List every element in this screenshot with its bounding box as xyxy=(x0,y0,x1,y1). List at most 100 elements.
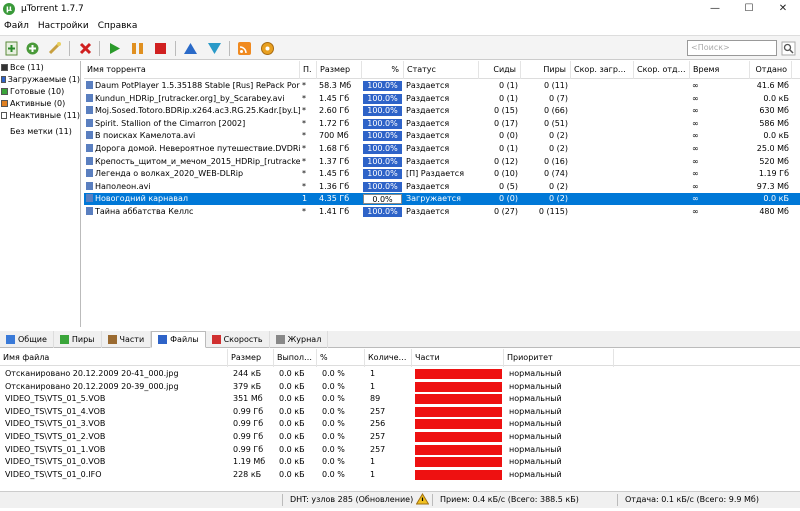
torrent-row[interactable]: Spirit. Stallion of the Cimarron [2002] *… xyxy=(84,118,800,130)
add-torrent-icon[interactable] xyxy=(3,40,20,57)
torrent-list: Имя торрента П. Размер % Статус Сиды Пир… xyxy=(84,61,800,327)
sidebar-item-no-label[interactable]: Без метки (11) xyxy=(0,125,80,137)
file-row[interactable]: VIDEO_TS\VTS_01_4.VOB 0.99 Гб 0.0 кБ 0.0 % 2… xyxy=(0,406,800,418)
search-input[interactable]: <Поиск> xyxy=(687,40,777,56)
file-row[interactable]: Отсканировано 20.12.2009 20-41_000.jpg 24… xyxy=(0,368,800,380)
column-header-file-size[interactable]: Размер xyxy=(228,349,274,367)
column-header-download-speed[interactable]: Скор. загр… xyxy=(571,61,634,79)
column-header-file-percent[interactable]: % xyxy=(317,349,365,367)
remove-icon[interactable] xyxy=(77,40,94,57)
maximize-button[interactable]: ☐ xyxy=(732,0,766,17)
torrent-eta: ∞ xyxy=(690,105,750,117)
sidebar-item-downloading[interactable]: Загружаемые (1) xyxy=(0,73,80,85)
file-piece-count: 256 xyxy=(370,419,386,429)
pause-icon[interactable] xyxy=(129,40,146,57)
tab-pieces[interactable]: Части xyxy=(102,331,152,348)
torrent-progress-bar: 100.0% xyxy=(363,131,402,142)
torrent-row[interactable]: Тайна аббатства Келлс * 1.41 Гб Раздается 0 … xyxy=(84,206,800,218)
sidebar-item-inactive[interactable]: Неактивные (11) xyxy=(0,109,80,121)
column-header-peers[interactable]: Пиры xyxy=(521,61,571,79)
tab-peers[interactable]: Пиры xyxy=(54,331,102,348)
dht-status: DHT: узлов 285 (Обновление) xyxy=(290,495,414,504)
column-header-priority[interactable]: Приоритет xyxy=(504,349,614,367)
file-priority: нормальный xyxy=(509,457,562,467)
move-down-icon[interactable] xyxy=(206,40,223,57)
torrent-row[interactable]: Крепость_щитом_и_мечом_2015_HDRip_[rutra… xyxy=(84,156,800,168)
torrent-priority: * xyxy=(300,143,317,155)
torrent-row[interactable]: Moj.Sosed.Totoro.BDRip.x264.ac3.RG.25.Ka… xyxy=(84,105,800,117)
torrent-row[interactable]: Kundun_HDRip_[rutracker.org]_by_Scarabey… xyxy=(84,93,800,105)
menu-settings[interactable]: Настройки xyxy=(34,21,94,31)
torrent-row[interactable]: Новогодний карнавал 1 4.35 Гб Загружается 0 … xyxy=(84,193,800,206)
detail-tabs: Общие Пиры Части Файлы Скорость Журнал xyxy=(0,331,800,348)
column-header-percent[interactable]: % xyxy=(362,61,404,79)
torrent-name-text: Крепость_щитом_и_мечом_2015_HDRip_[rutra… xyxy=(95,156,300,166)
torrent-status: Раздается xyxy=(404,181,479,193)
column-header-name[interactable]: Имя торрента xyxy=(84,61,300,79)
column-header-upload-speed[interactable]: Скор. отд… xyxy=(634,61,690,79)
preferences-icon[interactable] xyxy=(259,40,276,57)
add-url-icon[interactable] xyxy=(24,40,41,57)
torrent-eta: ∞ xyxy=(690,181,750,193)
rss-icon[interactable] xyxy=(236,40,253,57)
column-header-priority[interactable]: П. xyxy=(300,61,317,79)
column-header-piece-count[interactable]: Количе… xyxy=(365,349,412,367)
torrent-priority-text: * xyxy=(302,207,306,216)
file-row[interactable]: VIDEO_TS\VTS_01_0.IFO 228 кБ 0.0 кБ 0.0 % 1 н… xyxy=(0,469,800,481)
file-row[interactable]: VIDEO_TS\VTS_01_2.VOB 0.99 Гб 0.0 кБ 0.0 % 2… xyxy=(0,431,800,443)
column-header-uploaded[interactable]: Отдано xyxy=(750,61,792,79)
file-row[interactable]: VIDEO_TS\VTS_01_3.VOB 0.99 Гб 0.0 кБ 0.0 % 2… xyxy=(0,418,800,430)
torrent-row[interactable]: Наполеон.avi * 1.36 Гб Раздается 0 (5) 0 (2) ∞… xyxy=(84,181,800,193)
column-header-size[interactable]: Размер xyxy=(317,61,362,79)
column-header-status[interactable]: Статус xyxy=(404,61,479,79)
torrent-progress-bar: 100.0% xyxy=(363,144,402,154)
start-icon[interactable] xyxy=(106,40,123,57)
torrent-uploaded: 0.0 кБ xyxy=(750,130,792,142)
torrent-seeds-text: 0 (5) xyxy=(499,181,518,191)
tab-log[interactable]: Журнал xyxy=(270,331,329,348)
tab-speed[interactable]: Скорость xyxy=(206,331,270,348)
move-up-icon[interactable] xyxy=(182,40,199,57)
torrent-file-icon xyxy=(86,93,93,102)
torrent-peers-text: 0 (74) xyxy=(543,169,568,179)
torrent-row[interactable]: Легенда о волках_2020_WEB-DLRip * 1.45 Гб [… xyxy=(84,168,800,180)
torrent-priority-text: * xyxy=(302,93,306,103)
torrent-status: Раздается xyxy=(404,118,479,130)
menu-help[interactable]: Справка xyxy=(94,21,143,31)
tab-files[interactable]: Файлы xyxy=(151,331,206,348)
search-icon[interactable] xyxy=(780,40,797,57)
menu-file[interactable]: Файл xyxy=(0,21,34,31)
create-torrent-icon[interactable] xyxy=(46,40,63,57)
sidebar-item-completed[interactable]: Готовые (10) xyxy=(0,85,80,97)
file-row[interactable]: Отсканировано 20.12.2009 20-39_000.jpg 37… xyxy=(0,381,800,393)
column-header-filename[interactable]: Имя файла xyxy=(0,349,228,367)
torrent-name-text: Spirit. Stallion of the Cimarron [2002] xyxy=(95,118,246,128)
torrent-status-text: Раздается xyxy=(406,144,450,153)
warning-icon[interactable] xyxy=(415,493,430,509)
tab-label: Файлы xyxy=(170,335,199,344)
torrent-peers-text: 0 (51) xyxy=(543,118,568,128)
close-button[interactable]: ✕ xyxy=(766,0,800,17)
torrent-row[interactable]: Daum PotPlayer 1.5.35188 Stable [Rus] Re… xyxy=(84,80,800,92)
file-priority: нормальный xyxy=(509,381,562,391)
file-piece-count: 257 xyxy=(370,444,386,454)
torrent-row[interactable]: В поисках Камелота.avi * 700 Мб Раздается 0 … xyxy=(84,130,800,142)
column-header-seeds[interactable]: Сиды xyxy=(479,61,521,79)
minimize-button[interactable]: — xyxy=(698,0,732,17)
sidebar-item-active[interactable]: Активные (0) xyxy=(0,97,80,109)
menu-bar: Файл Настройки Справка xyxy=(0,17,800,34)
file-row[interactable]: VIDEO_TS\VTS_01_1.VOB 0.99 Гб 0.0 кБ 0.0 % 2… xyxy=(0,444,800,456)
torrent-size: 1.72 Гб xyxy=(317,118,362,130)
tab-info[interactable]: Общие xyxy=(0,331,54,348)
file-row[interactable]: VIDEO_TS\VTS_01_0.VOB 1.19 Мб 0.0 кБ 0.0 % 1… xyxy=(0,456,800,468)
column-header-eta[interactable]: Время xyxy=(690,61,750,79)
file-pieces-bar xyxy=(415,469,502,480)
stop-icon[interactable] xyxy=(152,40,169,57)
column-header-pieces[interactable]: Части xyxy=(412,349,504,367)
torrent-row[interactable]: Дорога домой. Невероятное путешествие.DV… xyxy=(84,143,800,155)
file-row[interactable]: VIDEO_TS\VTS_01_5.VOB 351 Мб 0.0 кБ 0.0 % 89… xyxy=(0,393,800,405)
file-percent: 0.0 % xyxy=(322,457,345,467)
column-header-done[interactable]: Выпол… xyxy=(274,349,317,367)
sidebar-item-all[interactable]: Все (11) xyxy=(0,61,80,73)
torrent-size-text: 1.68 Гб xyxy=(319,144,350,153)
